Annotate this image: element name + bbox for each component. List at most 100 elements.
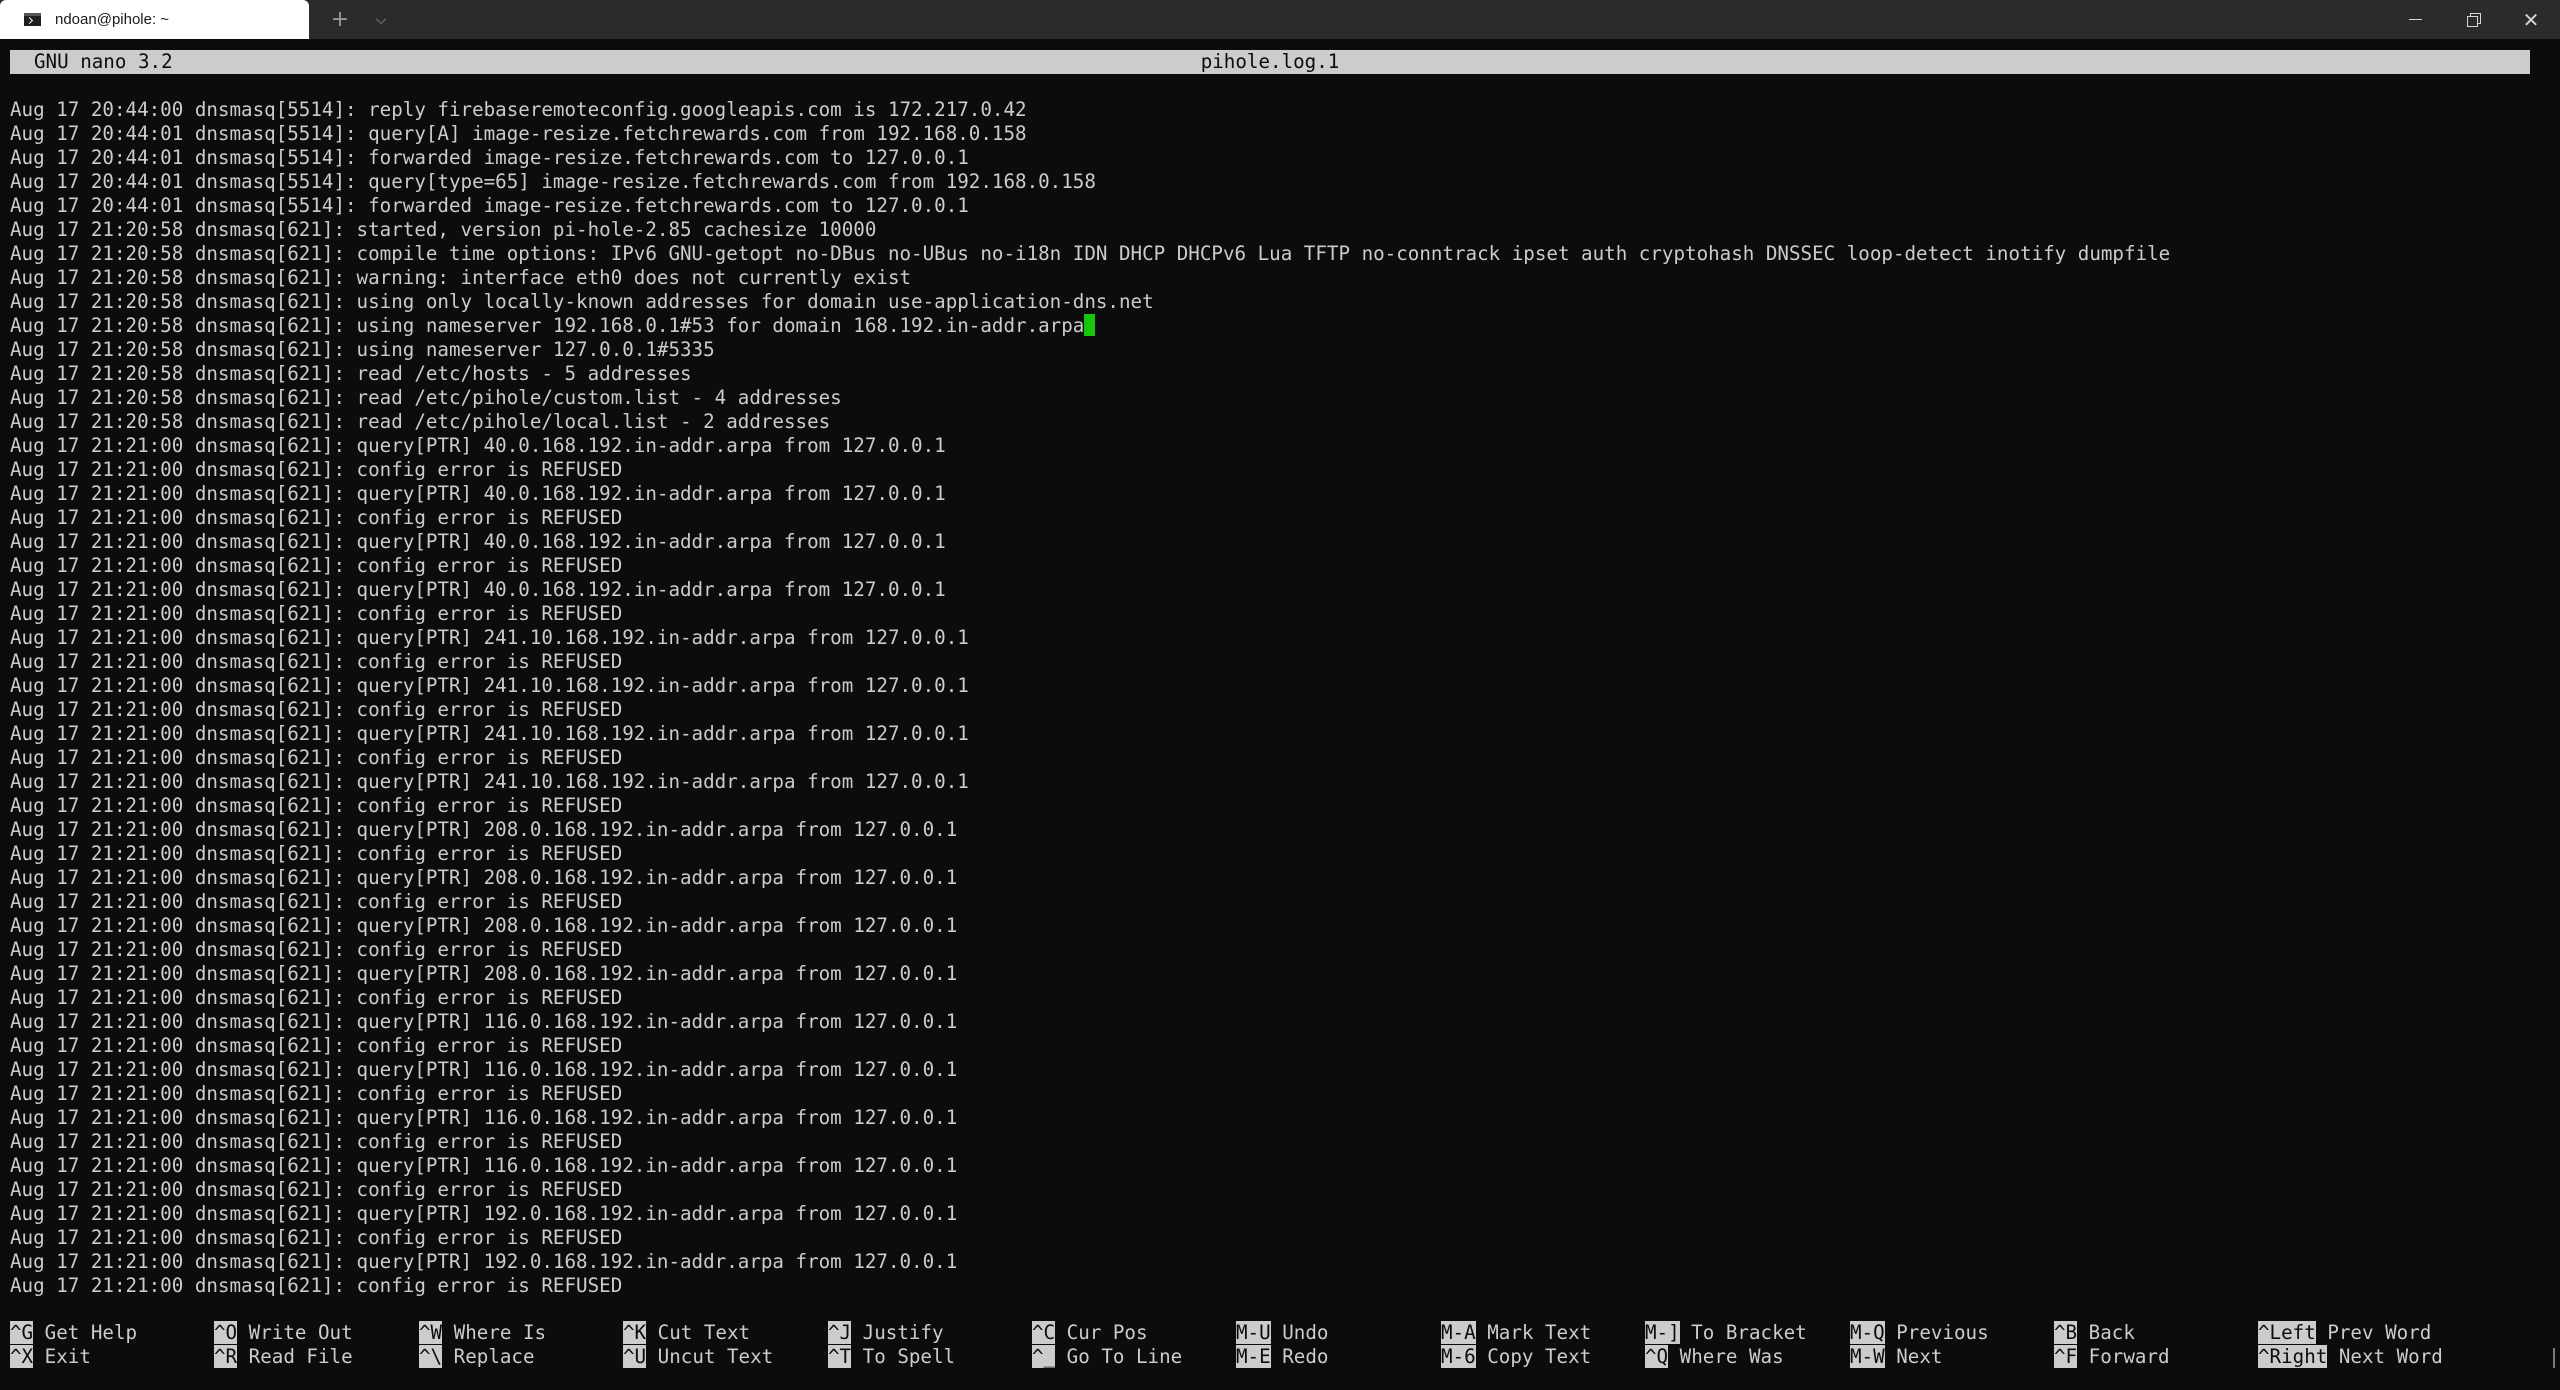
log-line-text: Aug 17 21:21:00 dnsmasq[621]: config err… [10,698,623,721]
scrollbar[interactable] [2553,1348,2555,1368]
log-line-text: Aug 17 21:21:00 dnsmasq[621]: config err… [10,794,623,817]
shortcut-key: M-A [1441,1321,1476,1344]
shortcut-top: M-Q Previous [1850,1321,1989,1345]
shortcut-label: Back [2088,1321,2135,1344]
log-line: Aug 17 21:21:00 dnsmasq[621]: config err… [10,554,2540,578]
shortcut-bottom: ^_ Go To Line [1032,1345,1182,1369]
shortcut-label: Justify [862,1321,944,1344]
log-line-text: Aug 17 21:21:00 dnsmasq[621]: config err… [10,1034,623,1057]
shortcut-key: ^W [419,1321,443,1344]
log-line: Aug 17 21:21:00 dnsmasq[621]: config err… [10,746,2540,770]
log-line-text: Aug 17 21:21:00 dnsmasq[621]: config err… [10,746,623,769]
log-line-text: Aug 17 21:21:00 dnsmasq[621]: query[PTR]… [10,1250,958,1273]
log-line-text: Aug 17 21:21:00 dnsmasq[621]: query[PTR]… [10,1202,958,1225]
log-line: Aug 17 21:21:00 dnsmasq[621]: config err… [10,938,2540,962]
text-cursor [1084,314,1096,336]
log-line-text: Aug 17 21:21:00 dnsmasq[621]: config err… [10,554,623,577]
tab-title: ndoan@pihole: ~ [55,11,170,28]
shortcut-bottom: ^R Read File [214,1345,353,1369]
shortcut-label: Cut Text [657,1321,751,1344]
log-line-text: Aug 17 21:21:00 dnsmasq[621]: config err… [10,1226,623,1249]
chevron-down-icon[interactable]: ⌵ [366,0,396,39]
log-line-text: Aug 17 20:44:01 dnsmasq[5514]: forwarded… [10,146,969,169]
shortcut-bottom: M-E Redo [1236,1345,1328,1369]
shortcut-label: Forward [2088,1345,2170,1368]
log-line: Aug 17 21:21:00 dnsmasq[621]: query[PTR]… [10,1202,2540,1226]
shortcut-bottom: ^X Exit [10,1345,91,1369]
log-line: Aug 17 20:44:00 dnsmasq[5514]: reply fir… [10,98,2540,122]
shortcut-label: Copy Text [1487,1345,1592,1368]
log-line-text: Aug 17 21:21:00 dnsmasq[621]: query[PTR]… [10,866,958,889]
shortcut-label: Replace [453,1345,535,1368]
log-line-text: Aug 17 21:20:58 dnsmasq[621]: read /etc/… [10,386,842,409]
log-line: Aug 17 21:20:58 dnsmasq[621]: using name… [10,338,2540,362]
shortcut-bottom: ^Right Next Word [2258,1345,2443,1369]
log-line-text: Aug 17 21:21:00 dnsmasq[621]: config err… [10,1274,623,1297]
log-line-text: Aug 17 20:44:00 dnsmasq[5514]: reply fir… [10,98,1027,121]
log-line: Aug 17 21:21:00 dnsmasq[621]: config err… [10,842,2540,866]
log-line: Aug 17 21:21:00 dnsmasq[621]: query[PTR]… [10,770,2540,794]
log-line: Aug 17 21:20:58 dnsmasq[621]: read /etc/… [10,362,2540,386]
shortcut-key: ^\ [419,1345,443,1368]
log-line: Aug 17 21:20:58 dnsmasq[621]: using only… [10,290,2540,314]
shortcut-label: Undo [1282,1321,1329,1344]
shortcut-key: ^C [1032,1321,1056,1344]
shortcut-key: ^X [10,1345,34,1368]
shortcut-key: ^K [623,1321,647,1344]
minimize-icon [2408,19,2422,20]
new-tab-button[interactable]: + [324,0,356,39]
minimize-button[interactable] [2386,0,2444,39]
shortcut-top: ^O Write Out [214,1321,353,1345]
nano-header-bar: GNU nano 3.2 pihole.log.1 [10,50,2530,74]
log-line-text: Aug 17 21:20:58 dnsmasq[621]: read /etc/… [10,362,692,385]
close-button[interactable]: ✕ [2502,0,2560,39]
shortcut-top: ^K Cut Text [623,1321,750,1345]
log-line-text: Aug 17 21:21:00 dnsmasq[621]: config err… [10,602,623,625]
log-line-text: Aug 17 21:21:00 dnsmasq[621]: config err… [10,1130,623,1153]
shortcut-key: M-6 [1441,1345,1476,1368]
close-icon: ✕ [2522,7,2540,32]
log-line: Aug 17 21:21:00 dnsmasq[621]: config err… [10,1274,2540,1298]
tab-ssh-session[interactable]: ndoan@pihole: ~ [0,0,309,39]
log-line-text: Aug 17 21:21:00 dnsmasq[621]: query[PTR]… [10,1058,958,1081]
shortcut-bottom: M-W Next [1850,1345,1942,1369]
log-line: Aug 17 21:21:00 dnsmasq[621]: config err… [10,1130,2540,1154]
log-line: Aug 17 21:21:00 dnsmasq[621]: config err… [10,1034,2540,1058]
log-line: Aug 17 21:20:58 dnsmasq[621]: using name… [10,314,2540,338]
log-line: Aug 17 21:21:00 dnsmasq[621]: config err… [10,650,2540,674]
log-line: Aug 17 21:21:00 dnsmasq[621]: query[PTR]… [10,530,2540,554]
log-line: Aug 17 21:21:00 dnsmasq[621]: query[PTR]… [10,1058,2540,1082]
log-line-text: Aug 17 21:21:00 dnsmasq[621]: query[PTR]… [10,578,946,601]
log-line: Aug 17 21:20:58 dnsmasq[621]: read /etc/… [10,410,2540,434]
editor-buffer[interactable]: Aug 17 20:44:00 dnsmasq[5514]: reply fir… [10,98,2540,1298]
shortcut-label: Previous [1896,1321,1989,1344]
log-line: Aug 17 20:44:01 dnsmasq[5514]: forwarded… [10,194,2540,218]
log-line: Aug 17 21:21:00 dnsmasq[621]: config err… [10,1226,2540,1250]
shortcut-key: M-E [1236,1345,1271,1368]
shortcut-key: M-U [1236,1321,1271,1344]
shortcut-key: ^R [214,1345,238,1368]
log-line: Aug 17 21:21:00 dnsmasq[621]: query[PTR]… [10,626,2540,650]
restore-button[interactable] [2444,0,2502,39]
title-bar: ndoan@pihole: ~ + ⌵ ✕ [0,0,2560,39]
shortcut-top: ^C Cur Pos [1032,1321,1148,1345]
shortcut-key: ^T [828,1345,852,1368]
shortcut-label: To Spell [862,1345,956,1368]
log-line: Aug 17 21:21:00 dnsmasq[621]: config err… [10,698,2540,722]
shortcut-label: To Bracket [1691,1321,1807,1344]
shortcut-label: Redo [1282,1345,1329,1368]
log-line: Aug 17 20:44:01 dnsmasq[5514]: query[typ… [10,170,2540,194]
shortcut-key: ^O [214,1321,238,1344]
log-line-text: Aug 17 20:44:01 dnsmasq[5514]: forwarded… [10,194,969,217]
log-line: Aug 17 21:21:00 dnsmasq[621]: config err… [10,1082,2540,1106]
log-line: Aug 17 21:20:58 dnsmasq[621]: read /etc/… [10,386,2540,410]
log-line: Aug 17 21:21:00 dnsmasq[621]: query[PTR]… [10,1154,2540,1178]
log-line-text: Aug 17 21:20:58 dnsmasq[621]: using name… [10,338,715,361]
log-line-text: Aug 17 21:21:00 dnsmasq[621]: config err… [10,458,623,481]
shortcut-label: Where Is [453,1321,547,1344]
log-line: Aug 17 21:21:00 dnsmasq[621]: query[PTR]… [10,674,2540,698]
log-line: Aug 17 20:44:01 dnsmasq[5514]: query[A] … [10,122,2540,146]
log-line-text: Aug 17 21:21:00 dnsmasq[621]: query[PTR]… [10,626,969,649]
shortcut-label: Get Help [44,1321,138,1344]
shortcut-key: ^Right [2258,1345,2328,1368]
